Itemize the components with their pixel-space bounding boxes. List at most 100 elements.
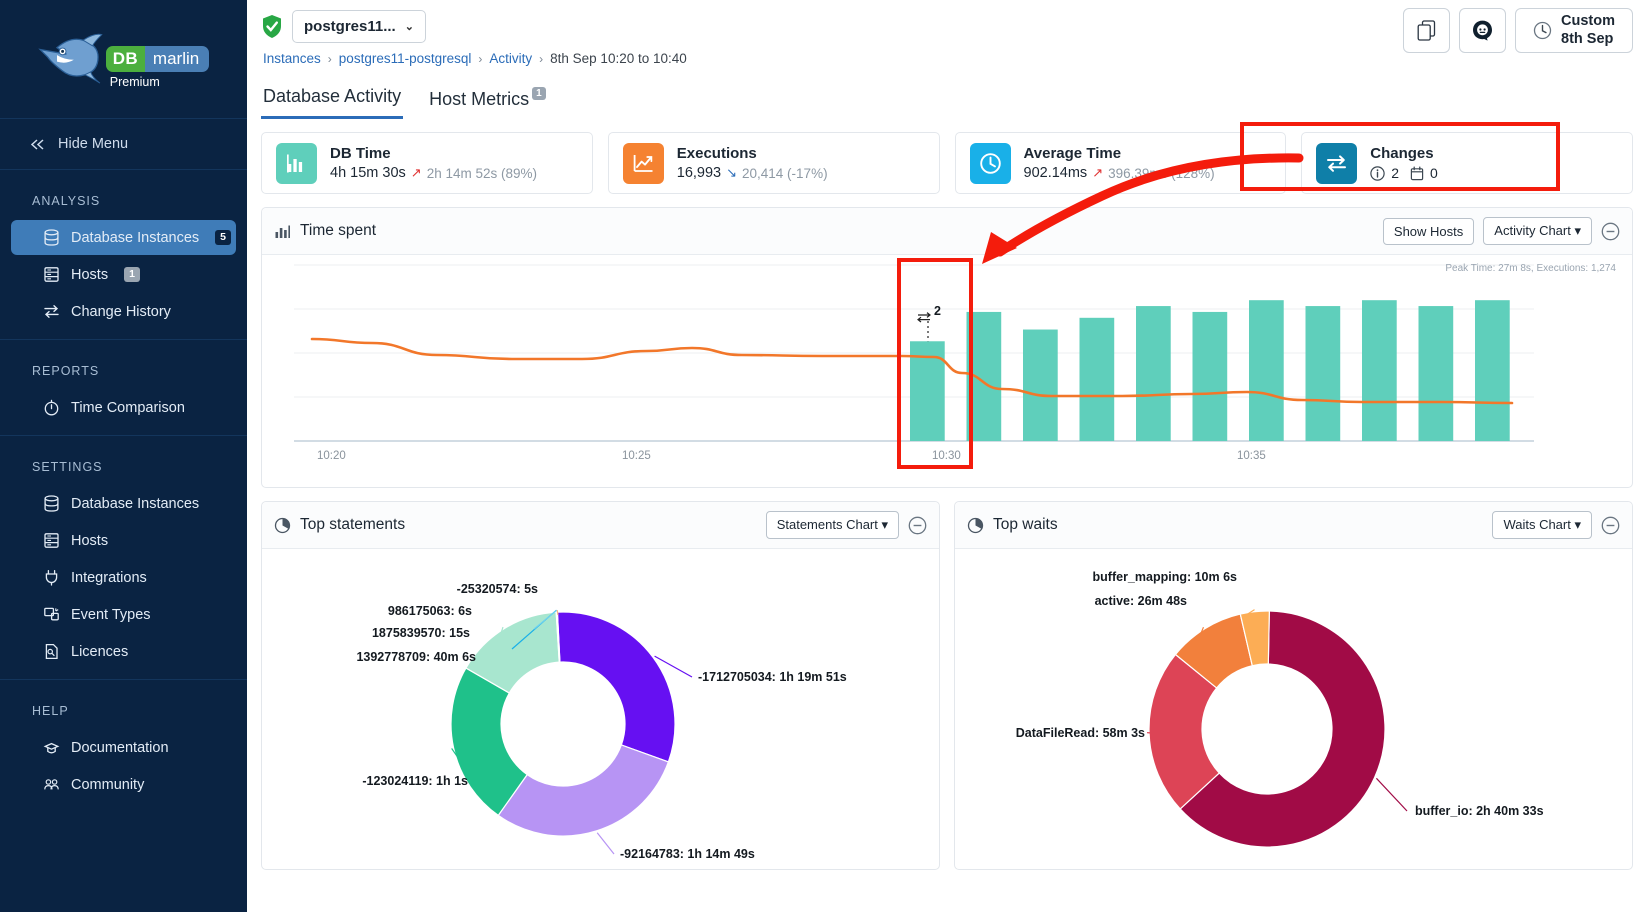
activity-chart-select[interactable]: Activity Chart ▾ <box>1483 217 1592 245</box>
bar <box>1023 329 1058 441</box>
x-axis-tick: 10:30 <box>932 450 961 462</box>
sidebar-item-integrations[interactable]: Integrations <box>11 560 236 595</box>
pie-chart-icon <box>274 517 291 533</box>
sidebar-item-badge: 5 <box>215 229 232 246</box>
donut-label: DataFileRead: 58m 3s <box>1016 726 1145 740</box>
copy-button[interactable] <box>1403 8 1451 53</box>
bar <box>1136 306 1171 441</box>
stopwatch-icon <box>43 399 60 416</box>
kpi-card-db-time[interactable]: DB Time 4h 15m 30s ↗ 2h 14m 52s (89%) <box>261 132 593 194</box>
shield-ok-icon <box>263 15 281 38</box>
sidebar-item-community[interactable]: Community <box>11 767 236 802</box>
tab-badge: 1 <box>532 87 546 100</box>
bar <box>1079 317 1115 441</box>
donut-label: buffer_mapping: 10m 6s <box>1093 570 1238 584</box>
waits-chart-select[interactable]: Waits Chart ▾ <box>1492 511 1592 539</box>
sidebar-item-documentation[interactable]: Documentation <box>11 730 236 765</box>
top-actions: Custom 8th Sep <box>1403 8 1633 53</box>
exchange-icon <box>43 303 60 320</box>
sidebar-item-hosts[interactable]: Hosts 1 <box>11 257 236 292</box>
sidebar-item-label: Integrations <box>71 569 147 586</box>
hide-menu-button[interactable]: Hide Menu <box>0 119 247 170</box>
instance-selector[interactable]: postgres11... ⌄ <box>292 10 426 43</box>
sidebar-item-time-comparison[interactable]: Time Comparison <box>11 390 236 425</box>
sidebar-item-change-history[interactable]: Change History <box>11 294 236 329</box>
top-waits-chart[interactable]: buffer_io: 2h 40m 33s DataFileRead: 58m 3… <box>955 549 1632 869</box>
kpi-card-executions[interactable]: Executions 16,993 ↘ 20,414 (-17%) <box>607 132 940 194</box>
show-hosts-button[interactable]: Show Hosts <box>1382 217 1475 245</box>
breadcrumb: Instances › postgres11-postgresql › Activity… <box>261 51 1633 66</box>
sidebar: DB marlin Premium Hide Menu ANALYSIS Data… <box>0 0 247 912</box>
collapse-icon[interactable] <box>908 516 927 535</box>
x-axis-tick: 10:25 <box>622 450 651 462</box>
date-range-button[interactable]: Custom 8th Sep <box>1515 8 1633 53</box>
hide-menu-label: Hide Menu <box>58 136 129 152</box>
bar <box>1475 300 1510 441</box>
clock-icon <box>969 142 1011 184</box>
chevrons-left-icon <box>30 138 44 150</box>
time-spent-chart[interactable]: Peak Time: 27m 8s, Executions: 1,274 2 10… <box>262 255 1632 487</box>
sidebar-item-database-instances[interactable]: Database Instances 5 <box>11 220 236 255</box>
donut-label: -92164783: 1h 14m 49s <box>620 847 755 861</box>
sidebar-item-event-types[interactable]: Event Types <box>11 597 236 632</box>
waits-donut-svg: buffer_io: 2h 40m 33s DataFileRead: 58m 3… <box>1016 570 1544 848</box>
assistant-button[interactable] <box>1459 8 1507 53</box>
kpi-card-average-time[interactable]: Average Time 902.14ms ↗ 396.39ms (128%) <box>954 132 1287 194</box>
calendar-icon <box>1410 166 1424 180</box>
event-icon <box>43 606 60 623</box>
kpi-cards: DB Time 4h 15m 30s ↗ 2h 14m 52s (89%) Execut… <box>247 119 1647 194</box>
bar <box>1418 306 1454 441</box>
breadcrumb-item[interactable]: postgres11-postgresql <box>339 51 472 66</box>
bar <box>966 311 1002 441</box>
date-range-line1: Custom <box>1561 13 1615 30</box>
marlin-fish-icon <box>38 33 103 84</box>
sidebar-item-database-instances[interactable]: Database Instances <box>11 486 236 521</box>
collapse-icon[interactable] <box>1601 222 1620 241</box>
instance-selector-label: postgres11... <box>304 18 396 35</box>
sidebar-nav: ANALYSIS Database Instances 5 Hosts 1 Change … <box>0 170 247 812</box>
kpi-card-changes[interactable]: Changes 2 0 <box>1301 132 1633 194</box>
bot-icon <box>1473 20 1493 41</box>
donut-label: 986175063: 6s <box>388 604 472 618</box>
sidebar-item-label: Documentation <box>71 739 169 756</box>
logo-marlin-text: marlin <box>144 46 210 72</box>
sidebar-item-hosts[interactable]: Hosts <box>11 523 236 558</box>
breadcrumb-item[interactable]: Instances <box>263 51 321 66</box>
top-statements-chart[interactable]: -1712705034: 1h 19m 51s -92164783: 1h 14m… <box>262 549 939 869</box>
top-waits-panel: Top waits Waits Chart ▾ buffer_io: 2h 40… <box>954 501 1633 870</box>
sidebar-item-label: Database Instances <box>71 229 200 246</box>
breadcrumb-item[interactable]: Activity <box>489 51 532 66</box>
kpi-title: Executions <box>676 145 757 162</box>
date-range-line2: 8th Sep <box>1561 30 1614 47</box>
clock-icon <box>1533 21 1552 40</box>
tab-host-metrics[interactable]: Host Metrics 1 <box>427 83 548 119</box>
change-marker-icon <box>917 312 931 323</box>
kpi-value: 902.14ms <box>1023 165 1088 181</box>
kpi-value: 4h 15m 30s <box>330 165 406 181</box>
donut-label: buffer_io: 2h 40m 33s <box>1415 804 1544 818</box>
sidebar-item-label: Database Instances <box>71 495 200 512</box>
top-waits-title: Top waits <box>993 516 1058 533</box>
sidebar-item-licences[interactable]: Licences <box>11 634 236 669</box>
tab-database-activity[interactable]: Database Activity <box>261 80 404 119</box>
collapse-icon[interactable] <box>1601 516 1620 535</box>
donut-label: active: 26m 48s <box>1095 594 1187 608</box>
kpi-comparison: 2h 14m 52s (89%) <box>426 165 537 181</box>
brand-logo: DB marlin Premium <box>0 0 247 119</box>
sidebar-group-title: SETTINGS <box>32 460 103 474</box>
kpi-calendar-count: 0 <box>1410 165 1438 181</box>
trend-up-icon: ↗ <box>1092 165 1104 180</box>
sidebar-group-title: ANALYSIS <box>32 194 101 208</box>
main-content: postgres11... ⌄ Instances › postgres11-pos… <box>247 0 1647 912</box>
database-icon <box>43 495 60 512</box>
bar-chart-icon <box>275 225 290 238</box>
kpi-comparison: 20,414 (-17%) <box>742 165 828 181</box>
server-icon <box>43 266 60 283</box>
line-chart-icon <box>622 142 664 184</box>
bottom-charts-row: Top statements Statements Chart ▾ -17127… <box>247 488 1647 870</box>
top-statements-title: Top statements <box>300 516 406 533</box>
kpi-value-row: 4h 15m 30s ↗ 2h 14m 52s (89%) <box>330 165 537 181</box>
statements-chart-select[interactable]: Statements Chart ▾ <box>765 511 899 539</box>
breadcrumb-item: 8th Sep 10:20 to 10:40 <box>550 51 687 66</box>
sidebar-group-title: REPORTS <box>32 364 100 378</box>
